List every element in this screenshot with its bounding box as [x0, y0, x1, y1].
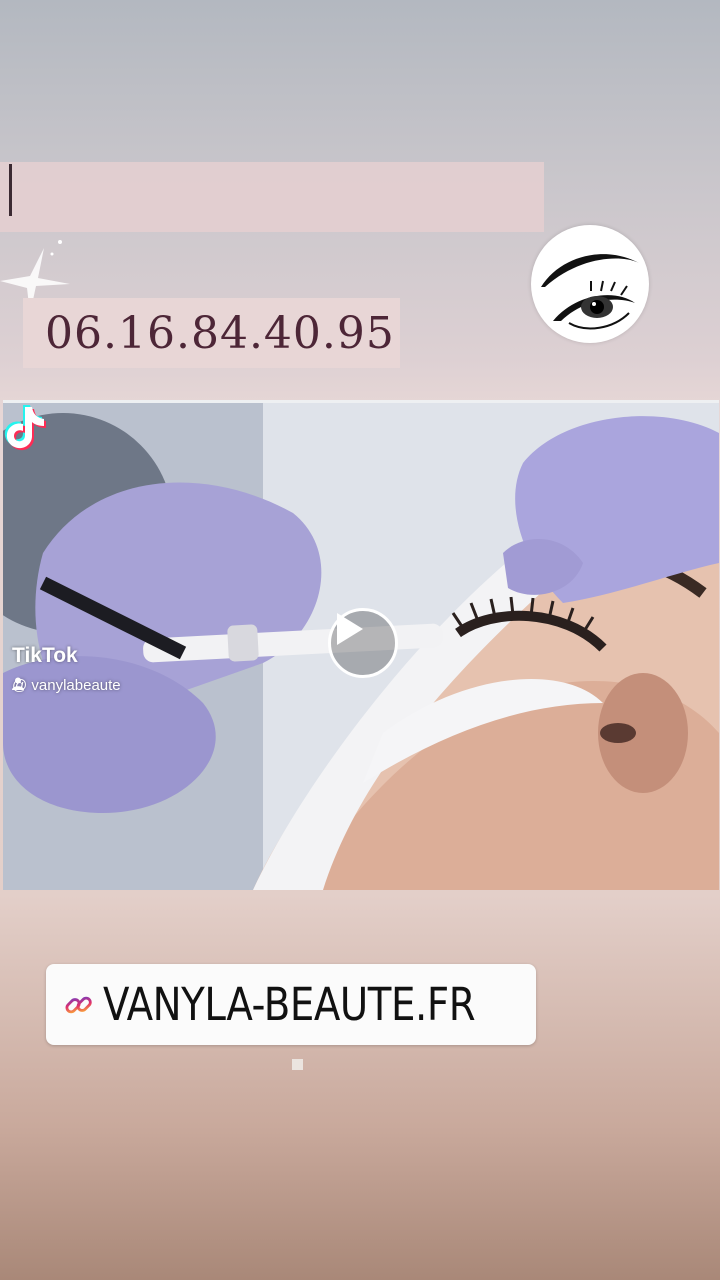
user-icon	[12, 677, 24, 690]
tiktok-logo-icon	[4, 405, 47, 451]
small-square-decoration	[292, 1059, 303, 1070]
tiktok-username[interactable]: @ vanylabeaute	[12, 677, 121, 694]
text-box-empty[interactable]	[0, 162, 544, 232]
play-icon	[337, 613, 363, 645]
tiktok-brand-text: TikTok	[12, 644, 78, 667]
text-cursor	[9, 164, 12, 216]
phone-number: 06.16.84.40.95	[45, 307, 395, 359]
tiktok-video[interactable]: TikTok @ vanylabeaute	[3, 400, 719, 890]
play-button[interactable]	[328, 608, 398, 678]
username-label: @ vanylabeaute	[12, 677, 121, 694]
link-sticker-label: VANYLA-BEAUTE.FR	[103, 978, 476, 1031]
phone-number-box[interactable]: 06.16.84.40.95	[23, 298, 400, 368]
brand-logo	[531, 225, 649, 343]
eye-brow-icon	[541, 254, 639, 330]
link-sticker[interactable]: VANYLA-BEAUTE.FR	[46, 964, 536, 1045]
link-icon	[65, 996, 92, 1013]
